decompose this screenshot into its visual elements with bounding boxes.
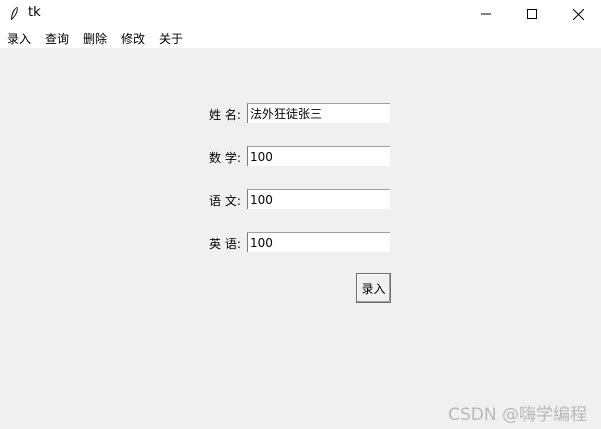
name-input[interactable] (247, 103, 390, 123)
menu-item-about[interactable]: 关于 (158, 30, 184, 47)
maximize-icon (527, 9, 537, 19)
math-label: 数 学: (209, 151, 241, 165)
math-input[interactable] (247, 146, 390, 166)
name-label: 姓 名: (209, 108, 241, 122)
chinese-input[interactable] (247, 189, 390, 209)
english-label: 英 语: (209, 237, 241, 251)
menu-bar: 录入 查询 删除 修改 关于 (0, 28, 601, 48)
close-button[interactable] (555, 0, 601, 28)
watermark: CSDN @嗨学编程 (448, 405, 587, 425)
menu-item-add[interactable]: 录入 (6, 30, 32, 47)
close-icon (572, 8, 584, 20)
minimize-icon (481, 13, 491, 15)
title-bar: tk (0, 0, 601, 28)
menu-item-delete[interactable]: 删除 (82, 30, 108, 47)
feather-icon (11, 6, 18, 20)
menu-item-edit[interactable]: 修改 (120, 30, 146, 47)
maximize-button[interactable] (509, 0, 555, 28)
chinese-label: 语 文: (209, 194, 241, 208)
app-window: tk 录入 查询 删除 修改 关于 姓 名: 数 学: 语 文: 英 语: (0, 0, 601, 429)
menu-item-query[interactable]: 查询 (44, 30, 70, 47)
english-input[interactable] (247, 232, 390, 252)
window-title: tk (28, 5, 41, 20)
submit-button[interactable]: 录入 (356, 273, 391, 303)
minimize-button[interactable] (463, 0, 509, 28)
